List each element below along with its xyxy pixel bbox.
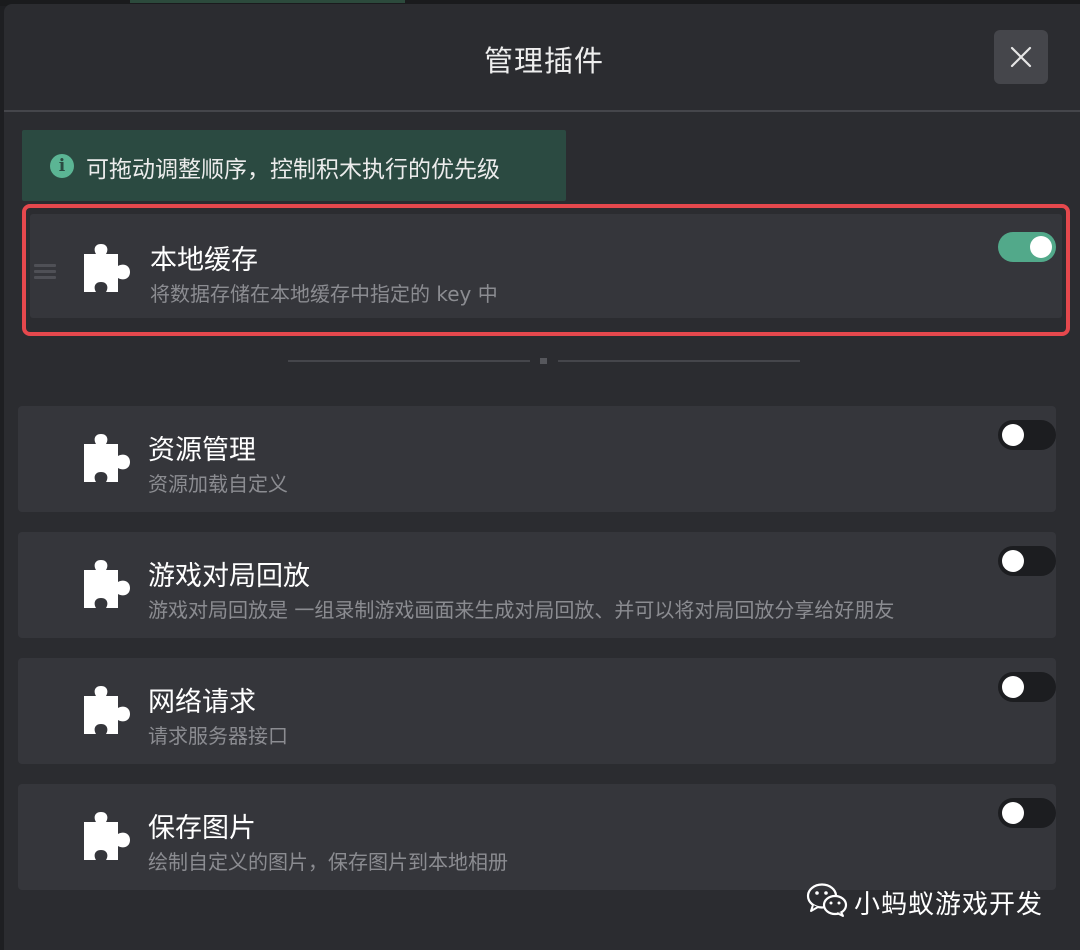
puzzle-icon (84, 560, 130, 608)
plugin-card-game-replay[interactable]: 游戏对局回放 游戏对局回放是 一组录制游戏画面来生成对局回放、并可以将对局回放分… (18, 532, 1056, 638)
plugin-description: 将数据存储在本地缓存中指定的 key 中 (150, 282, 498, 306)
dialog-header: 管理插件 (4, 4, 1080, 112)
close-icon (1010, 46, 1032, 68)
toggle-knob (1002, 802, 1024, 824)
plugin-toggle[interactable] (998, 420, 1056, 450)
drop-indicator (288, 358, 800, 364)
drag-handle-icon[interactable] (34, 264, 56, 280)
wechat-icon (806, 883, 848, 917)
close-button[interactable] (994, 30, 1048, 84)
plugin-description: 请求服务器接口 (148, 724, 288, 748)
plugin-description: 绘制自定义的图片，保存图片到本地相册 (148, 850, 508, 874)
plugin-toggle[interactable] (998, 232, 1056, 262)
tip-banner: i 可拖动调整顺序，控制积木执行的优先级 (22, 130, 566, 201)
plugin-card-resource-management[interactable]: 资源管理 资源加载自定义 (18, 406, 1056, 512)
drop-indicator-dot (540, 358, 547, 364)
puzzle-icon (84, 686, 130, 734)
plugin-name: 保存图片 (148, 813, 256, 844)
toggle-knob (1002, 550, 1024, 572)
plugin-toggle[interactable] (998, 798, 1056, 828)
plugin-name: 网络请求 (148, 687, 256, 718)
plugin-card-save-image[interactable]: 保存图片 绘制自定义的图片，保存图片到本地相册 (18, 784, 1056, 890)
info-icon: i (50, 154, 74, 178)
dialog-title: 管理插件 (483, 44, 604, 78)
puzzle-icon (84, 812, 130, 860)
plugin-toggle[interactable] (998, 672, 1056, 702)
plugin-name: 本地缓存 (150, 245, 258, 276)
toggle-knob (1002, 424, 1024, 446)
plugin-name: 资源管理 (148, 435, 256, 466)
plugin-description: 资源加载自定义 (148, 472, 288, 496)
plugin-card-network-request[interactable]: 网络请求 请求服务器接口 (18, 658, 1056, 764)
toggle-knob (1030, 236, 1052, 258)
plugin-description: 游戏对局回放是 一组录制游戏画面来生成对局回放、并可以将对局回放分享给好朋友 (148, 598, 895, 622)
background-accent (130, 0, 405, 3)
puzzle-icon (84, 244, 130, 292)
puzzle-icon (84, 434, 130, 482)
toggle-knob (1002, 676, 1024, 698)
tip-text: 可拖动调整顺序，控制积木执行的优先级 (86, 157, 500, 183)
plugin-toggle[interactable] (998, 546, 1056, 576)
watermark-text: 小蚂蚁游戏开发 (854, 890, 1044, 920)
plugin-card-local-cache[interactable]: 本地缓存 将数据存储在本地缓存中指定的 key 中 (22, 204, 1070, 336)
plugin-name: 游戏对局回放 (148, 561, 310, 592)
manage-plugins-dialog: 管理插件 i 可拖动调整顺序，控制积木执行的优先级 本地缓存 将数据存储在本地缓… (4, 4, 1080, 950)
